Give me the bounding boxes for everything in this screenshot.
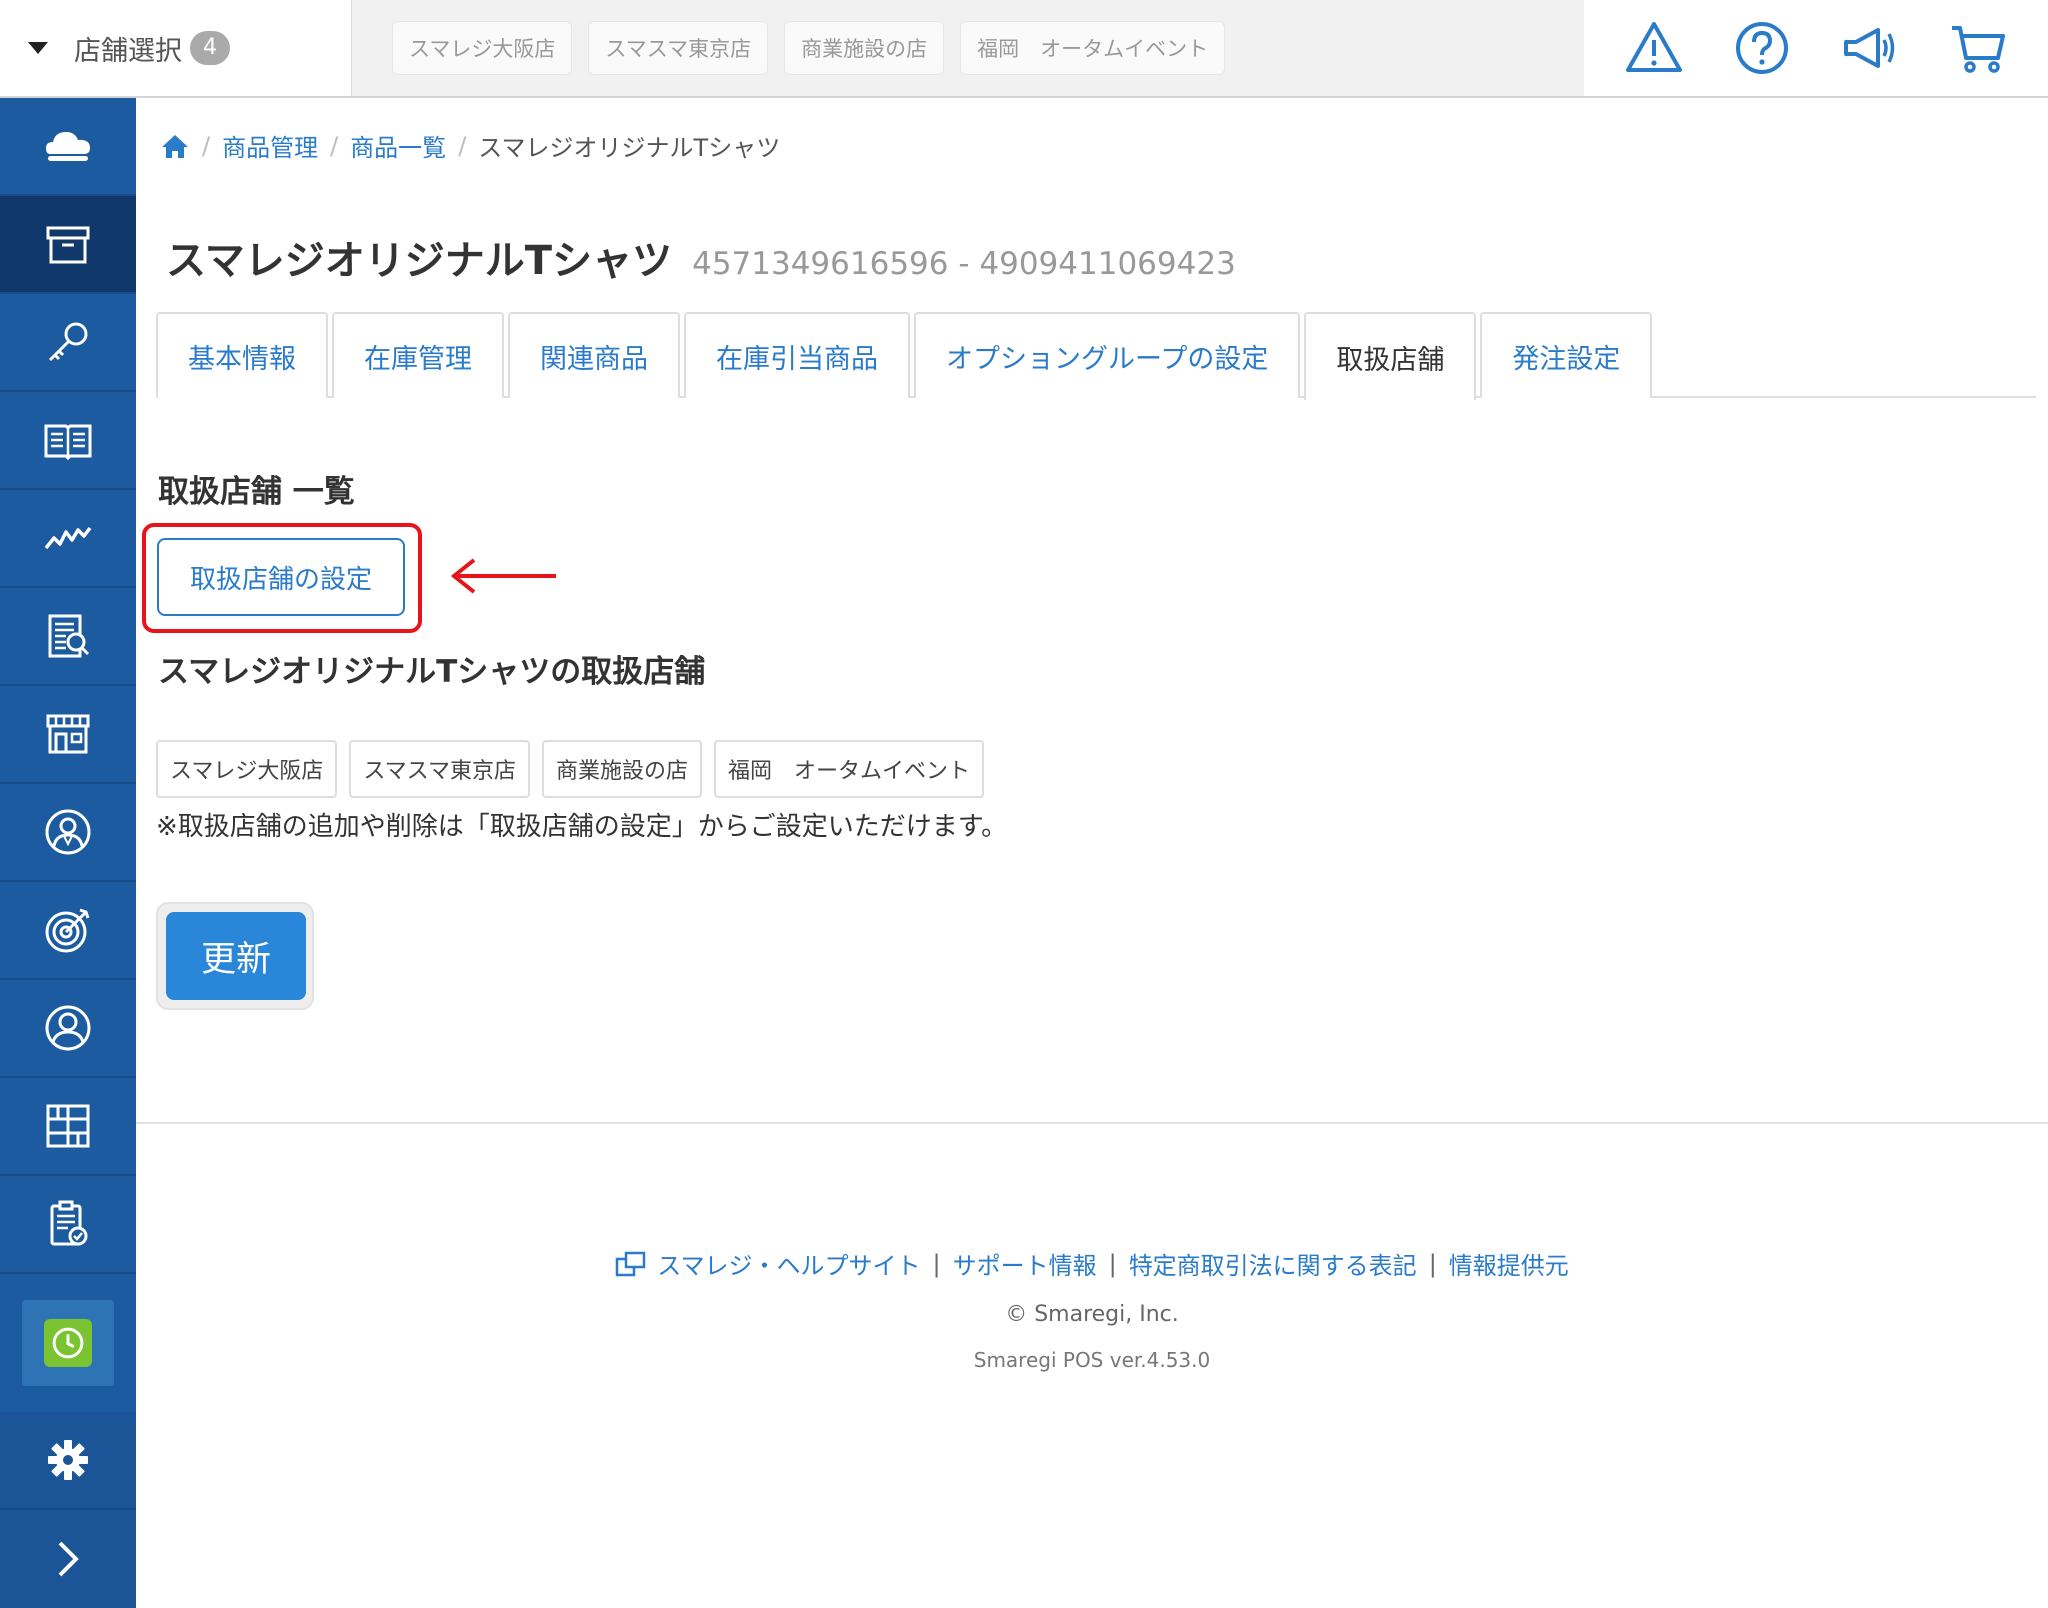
sidebar-item-settings[interactable] [0,1412,136,1510]
cart-icon[interactable] [1946,16,2010,80]
settings-note: ※取扱店舗の追加や削除は「取扱店舗の設定」からご設定いただけます。 [156,812,1008,842]
sidebar-item-store[interactable] [0,686,136,784]
warning-icon[interactable] [1622,16,1686,80]
breadcrumb-current: スマレジオリジナルTシャツ [478,134,781,162]
tab-basic-info[interactable]: 基本情報 [156,312,328,398]
key-icon [48,322,88,362]
tab-related-products[interactable]: 関連商品 [508,312,680,398]
breadcrumb-separator: / [330,131,339,160]
page-header: スマレジオリジナルTシャツ 4571349616596 - 4909411069… [166,228,1236,286]
sidebar-item-grid[interactable] [0,1078,136,1176]
help-icon[interactable] [1730,16,1794,80]
footer-separator: | [932,1249,941,1278]
store-select-dropdown[interactable]: 店舗選択 4 [0,0,352,96]
footer-links: スマレジ・ヘルプサイト | サポート情報 | 特定商取引法に関する表記 | 情報… [136,1246,2048,1281]
store-select-label: 店舗選択 [74,35,182,67]
staff-icon [45,809,91,855]
store-chip[interactable]: スマスマ東京店 [588,21,769,75]
book-icon [44,424,92,461]
tab-stock-allocation[interactable]: 在庫引当商品 [684,312,910,398]
sidebar-item-products[interactable] [0,196,136,294]
gear-icon [48,1440,88,1480]
arrow-left-icon [450,558,556,594]
sidebar-item-clipboard[interactable] [0,1176,136,1274]
sidebar-item-settings-key[interactable] [0,294,136,392]
tab-stock-management[interactable]: 在庫管理 [332,312,504,398]
breadcrumb-link-product-management[interactable]: 商品管理 [222,128,318,163]
store-chip[interactable]: 商業施設の店 [784,21,945,75]
caret-down-icon [28,42,48,54]
sidebar-item-timecard[interactable] [0,1274,136,1412]
footer-link-help-site[interactable]: スマレジ・ヘルプサイト [657,1246,920,1281]
clipboard-icon [50,1200,88,1246]
breadcrumb-separator: / [202,131,211,160]
sidebar-item-customer[interactable] [0,980,136,1078]
external-link-icon [615,1251,646,1276]
sidebar-item-staff[interactable] [0,784,136,882]
store-chip[interactable]: スマレジ大阪店 [392,21,573,75]
tab-bar: 基本情報 在庫管理 関連商品 在庫引当商品 オプショングループの設定 取扱店舗 … [156,312,2036,400]
footer-link-support[interactable]: サポート情報 [953,1246,1097,1281]
customer-icon [45,1005,91,1051]
sidebar-item-home[interactable] [0,98,136,196]
sidebar-expand-toggle[interactable] [0,1510,136,1608]
copyright: © Smaregi, Inc. [1005,1302,1179,1327]
handling-store-settings-button[interactable]: 取扱店舗の設定 [157,538,405,616]
update-button[interactable]: 更新 [166,912,306,1000]
update-button-frame: 更新 [156,902,314,1010]
selected-store-strip: スマレジ大阪店 スマスマ東京店 商業施設の店 福岡 オータムイベント [352,0,1584,96]
report-icon [48,614,90,658]
store-tag: 福岡 オータムイベント [714,740,985,798]
clock-icon [44,1319,92,1367]
megaphone-icon[interactable] [1838,16,1902,80]
sidebar-item-book[interactable] [0,392,136,490]
sidebar [0,98,136,1608]
timecard-tile [22,1300,114,1386]
cloud-icon [46,132,90,161]
sidebar-item-report[interactable] [0,588,136,686]
store-chip[interactable]: 福岡 オータムイベント [960,21,1226,75]
breadcrumb-separator: / [458,131,467,160]
footer-link-info-provider[interactable]: 情報提供元 [1449,1246,1569,1281]
handling-store-list: スマレジ大阪店 スマスマ東京店 商業施設の店 福岡 オータムイベント [156,740,985,798]
footer-divider [136,1122,2048,1124]
store-tag: 商業施設の店 [542,740,703,798]
breadcrumb-link-product-list[interactable]: 商品一覧 [350,128,446,163]
version-label: Smaregi POS ver.4.53.0 [973,1348,1211,1372]
page-title: スマレジオリジナルTシャツ [166,238,673,284]
grid-icon [46,1104,90,1148]
archive-icon [46,226,90,264]
tab-option-group[interactable]: オプショングループの設定 [914,312,1301,398]
store-count-badge: 4 [190,31,230,65]
footer-link-legal[interactable]: 特定商取引法に関する表記 [1129,1246,1417,1281]
sidebar-item-target[interactable] [0,882,136,980]
tab-order-settings[interactable]: 発注設定 [1480,312,1653,398]
chevron-right-icon [58,1541,79,1577]
main-content: / 商品管理 / 商品一覧 / スマレジオリジナルTシャツ スマレジオリジナルT… [136,98,2048,1608]
store-tag: スマスマ東京店 [349,740,531,798]
breadcrumb: / 商品管理 / 商品一覧 / スマレジオリジナルTシャツ [160,128,780,163]
chart-icon [44,526,92,550]
sidebar-bottom [0,1412,136,1608]
handling-stores-list-title: 取扱店舗 一覧 [158,474,355,510]
store-icon [46,714,90,754]
product-stores-title: スマレジオリジナルTシャツの取扱店舗 [158,654,706,690]
footer-separator: | [1428,1249,1437,1278]
top-bar: 店舗選択 4 スマレジ大阪店 スマスマ東京店 商業施設の店 福岡 オータムイベン… [0,0,2048,98]
top-icon-group [1584,0,2048,96]
sidebar-item-analytics[interactable] [0,490,136,588]
footer-separator: | [1108,1249,1117,1278]
tab-handling-stores[interactable]: 取扱店舗 [1304,312,1477,400]
store-tag: スマレジ大阪店 [156,740,338,798]
target-icon [45,908,90,953]
home-icon[interactable] [160,131,190,161]
product-code: 4571349616596 - 4909411069423 [692,246,1236,282]
